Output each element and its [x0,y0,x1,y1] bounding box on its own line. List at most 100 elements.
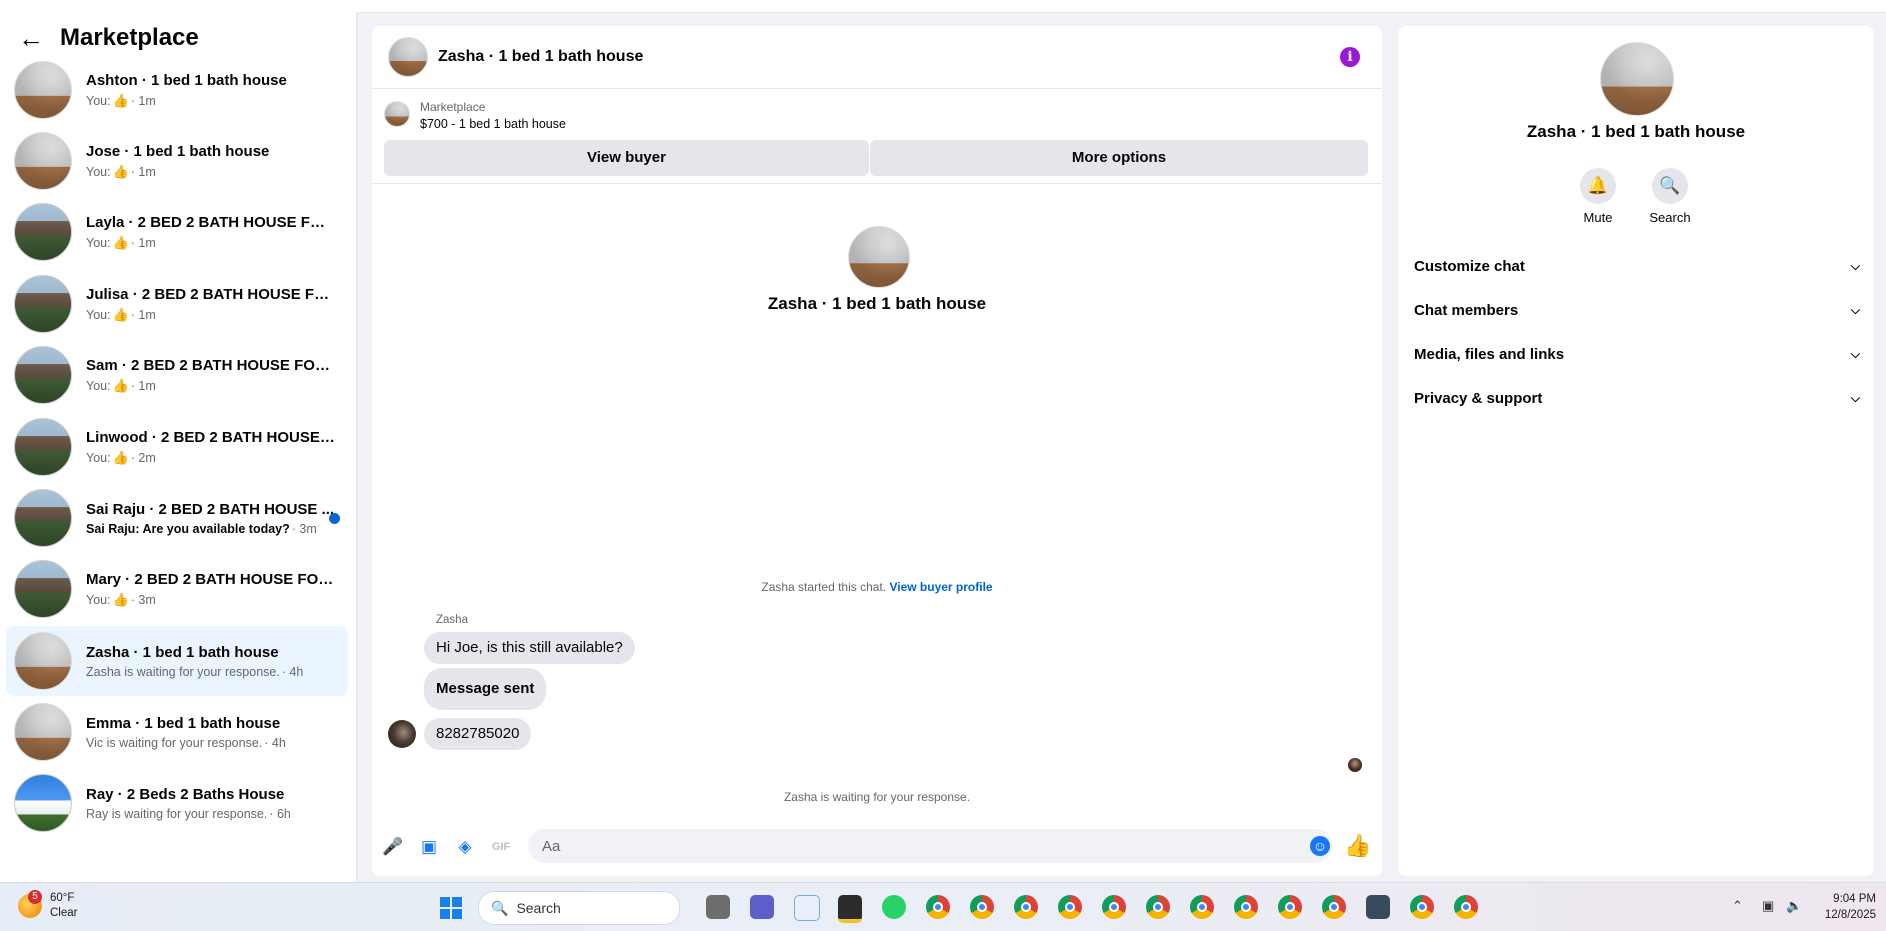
conversation-item[interactable]: Emma · 1 bed 1 bath house Vic is waiting… [6,697,348,767]
conversation-title: Sai Raju · 2 BED 2 BATH HOUSE ... [86,500,335,518]
chat-details-panel: Zasha · 1 bed 1 bath house 🔔 Mute 🔍 Sear… [1398,26,1874,876]
chrome-profile-icon[interactable] [1322,895,1346,919]
timestamp: · 1m [130,235,156,250]
mute-button[interactable]: 🔔 Mute [1568,168,1628,225]
section-label: Customize chat [1414,257,1525,275]
conversation-item-active[interactable]: Zasha · 1 bed 1 bath house Zasha is wait… [6,626,348,696]
you-prefix: You: [86,450,111,465]
listing-thumbnail [14,203,72,261]
conversation-item[interactable]: Mary · 2 BED 2 BATH HOUSE FOR ... You: 👍 ·… [6,554,348,624]
chrome-profile-icon[interactable] [1058,895,1082,919]
thumbs-up-icon: 👍 [112,377,129,393]
chrome-profile-icon[interactable] [1102,895,1126,919]
message-bubble[interactable]: 8282785020 [424,718,532,750]
details-avatar [1600,42,1674,116]
conversation-item[interactable]: Ray · 2 Beds 2 Baths House Ray is waitin… [6,768,348,838]
system-clock[interactable]: 9:04 PM 12/8/2025 [1825,891,1876,923]
back-arrow-icon[interactable]: ← [18,23,44,54]
chevron-up-icon[interactable]: ⌃ [1732,898,1743,914]
conversation-item-unread[interactable]: Sai Raju · 2 BED 2 BATH HOUSE ... Sai Ra… [6,483,348,553]
listing-price[interactable]: $700 - 1 bed 1 bath house [420,117,566,131]
search-label: Search [1649,210,1691,225]
timestamp: · 2m [130,450,156,465]
thumbs-up-icon: 👍 [112,92,129,108]
chrome-profile-icon[interactable] [1014,895,1038,919]
conversation-item[interactable]: Jose · 1 bed 1 bath house You: 👍 · 1m [6,126,348,196]
conversation-item[interactable]: Layla · 2 BED 2 BATH HOUSE FOR ... You: 👍… [6,197,348,267]
chrome-profile-icon[interactable] [1146,895,1170,919]
conversation-item[interactable]: Sam · 2 BED 2 BATH HOUSE FOR R... You: 👍 ·… [6,340,348,410]
search-button[interactable]: 🔍 Search [1640,168,1700,225]
privacy-support-section[interactable]: Privacy & support ⌵ [1414,380,1860,416]
task-view-icon[interactable] [706,895,730,919]
conversation-title: Ray · 2 Beds 2 Baths House [86,785,285,803]
you-prefix: You: [86,93,111,108]
chrome-profile-icon[interactable] [1410,895,1434,919]
message-bubble[interactable]: Message sent [424,668,547,710]
conversation-title: Linwood · 2 BED 2 BATH HOUSE F... [86,428,336,446]
gif-icon[interactable]: GIF [490,836,512,858]
chrome-profile-icon[interactable] [1190,895,1214,919]
message-input[interactable] [528,829,1332,863]
chrome-icon[interactable] [926,895,950,919]
temperature: 60°F [50,892,75,904]
chrome-profile-icon[interactable] [1454,895,1478,919]
taskbar-search-label: Search [516,900,561,916]
microphone-icon[interactable]: 🎤 [382,836,404,858]
thumbs-up-icon: 👍 [112,449,129,465]
chrome-profile-icon[interactable] [1278,895,1302,919]
thumbs-up-send-icon[interactable]: 👍 [1344,833,1371,859]
mute-label: Mute [1583,210,1613,225]
chat-avatar[interactable] [388,37,428,77]
conversation-heading: Zasha · 1 bed 1 bath house [767,294,987,313]
timestamp: · 1m [130,164,156,179]
unread-dot-icon [329,512,340,524]
customize-chat-section[interactable]: Customize chat ⌵ [1414,248,1860,284]
conversation-item[interactable]: Linwood · 2 BED 2 BATH HOUSE F... You: 👍 ·… [6,412,348,482]
taskbar-search[interactable]: 🔍 Search [478,891,680,925]
timestamp: · 3m [130,592,156,607]
timestamp: · 1m [130,307,156,322]
listing-thumbnail [14,560,72,618]
read-receipt-avatar [1348,758,1362,772]
view-buyer-button[interactable]: View buyer [384,140,869,176]
chrome-profile-icon[interactable] [1234,895,1258,919]
message-preview: Zasha is waiting for your response. [86,664,280,679]
thumbs-up-icon: 👍 [112,591,129,607]
windows-taskbar: 5 60°F Clear 🔍 Search ⌃ ▣ 🔈 9:04 PM 12/8… [0,882,1886,931]
teams-icon[interactable] [750,895,774,919]
buyer-avatar [848,226,910,288]
thumbs-up-icon: 👍 [112,234,129,250]
chat-members-section[interactable]: Chat members ⌵ [1414,292,1860,328]
whatsapp-icon[interactable] [882,895,906,919]
conversation-title: Sam · 2 BED 2 BATH HOUSE FOR R... [86,356,336,374]
message-preview: Vic is waiting for your response. [86,735,263,750]
chrome-profile-icon[interactable] [970,895,994,919]
chat-title[interactable]: Zasha · 1 bed 1 bath house [438,48,643,66]
network-icon[interactable]: ▣ [1762,898,1774,914]
sticky-notes-icon[interactable] [838,895,862,923]
you-prefix: You: [86,592,111,607]
conversation-item[interactable]: Ashton · 1 bed 1 bath house You: 👍 · 1m [6,55,348,125]
thumbs-up-icon: 👍 [112,163,129,179]
info-icon[interactable]: i [1340,47,1360,67]
calculator-icon[interactable] [1366,895,1390,919]
sticker-icon[interactable]: ◈ [454,836,476,858]
weather-widget[interactable]: 5 60°F Clear [18,890,77,921]
snipping-tool-icon[interactable] [794,895,820,921]
windows-start-icon[interactable] [440,897,462,919]
conversation-title: Zasha · 1 bed 1 bath house [86,643,279,661]
conversation-title: Jose · 1 bed 1 bath house [86,142,270,160]
volume-icon[interactable]: 🔈 [1786,898,1802,914]
message-bubble[interactable]: Hi Joe, is this still available? [424,632,635,664]
chat-started-text: Zasha started this chat. [761,580,887,594]
media-files-links-section[interactable]: Media, files and links ⌵ [1414,336,1860,372]
message-preview: Ray is waiting for your response. [86,806,268,821]
emoji-icon[interactable]: ☺ [1310,836,1330,856]
listing-thumbnail [14,703,72,761]
chat-started-notice: Zasha started this chat. View buyer prof… [372,580,1382,594]
photo-icon[interactable]: ▣ [418,836,440,858]
view-buyer-profile-link[interactable]: View buyer profile [889,580,992,594]
more-options-button[interactable]: More options [870,140,1368,176]
conversation-item[interactable]: Julisa · 2 BED 2 BATH HOUSE FOR ... You:… [6,269,348,339]
